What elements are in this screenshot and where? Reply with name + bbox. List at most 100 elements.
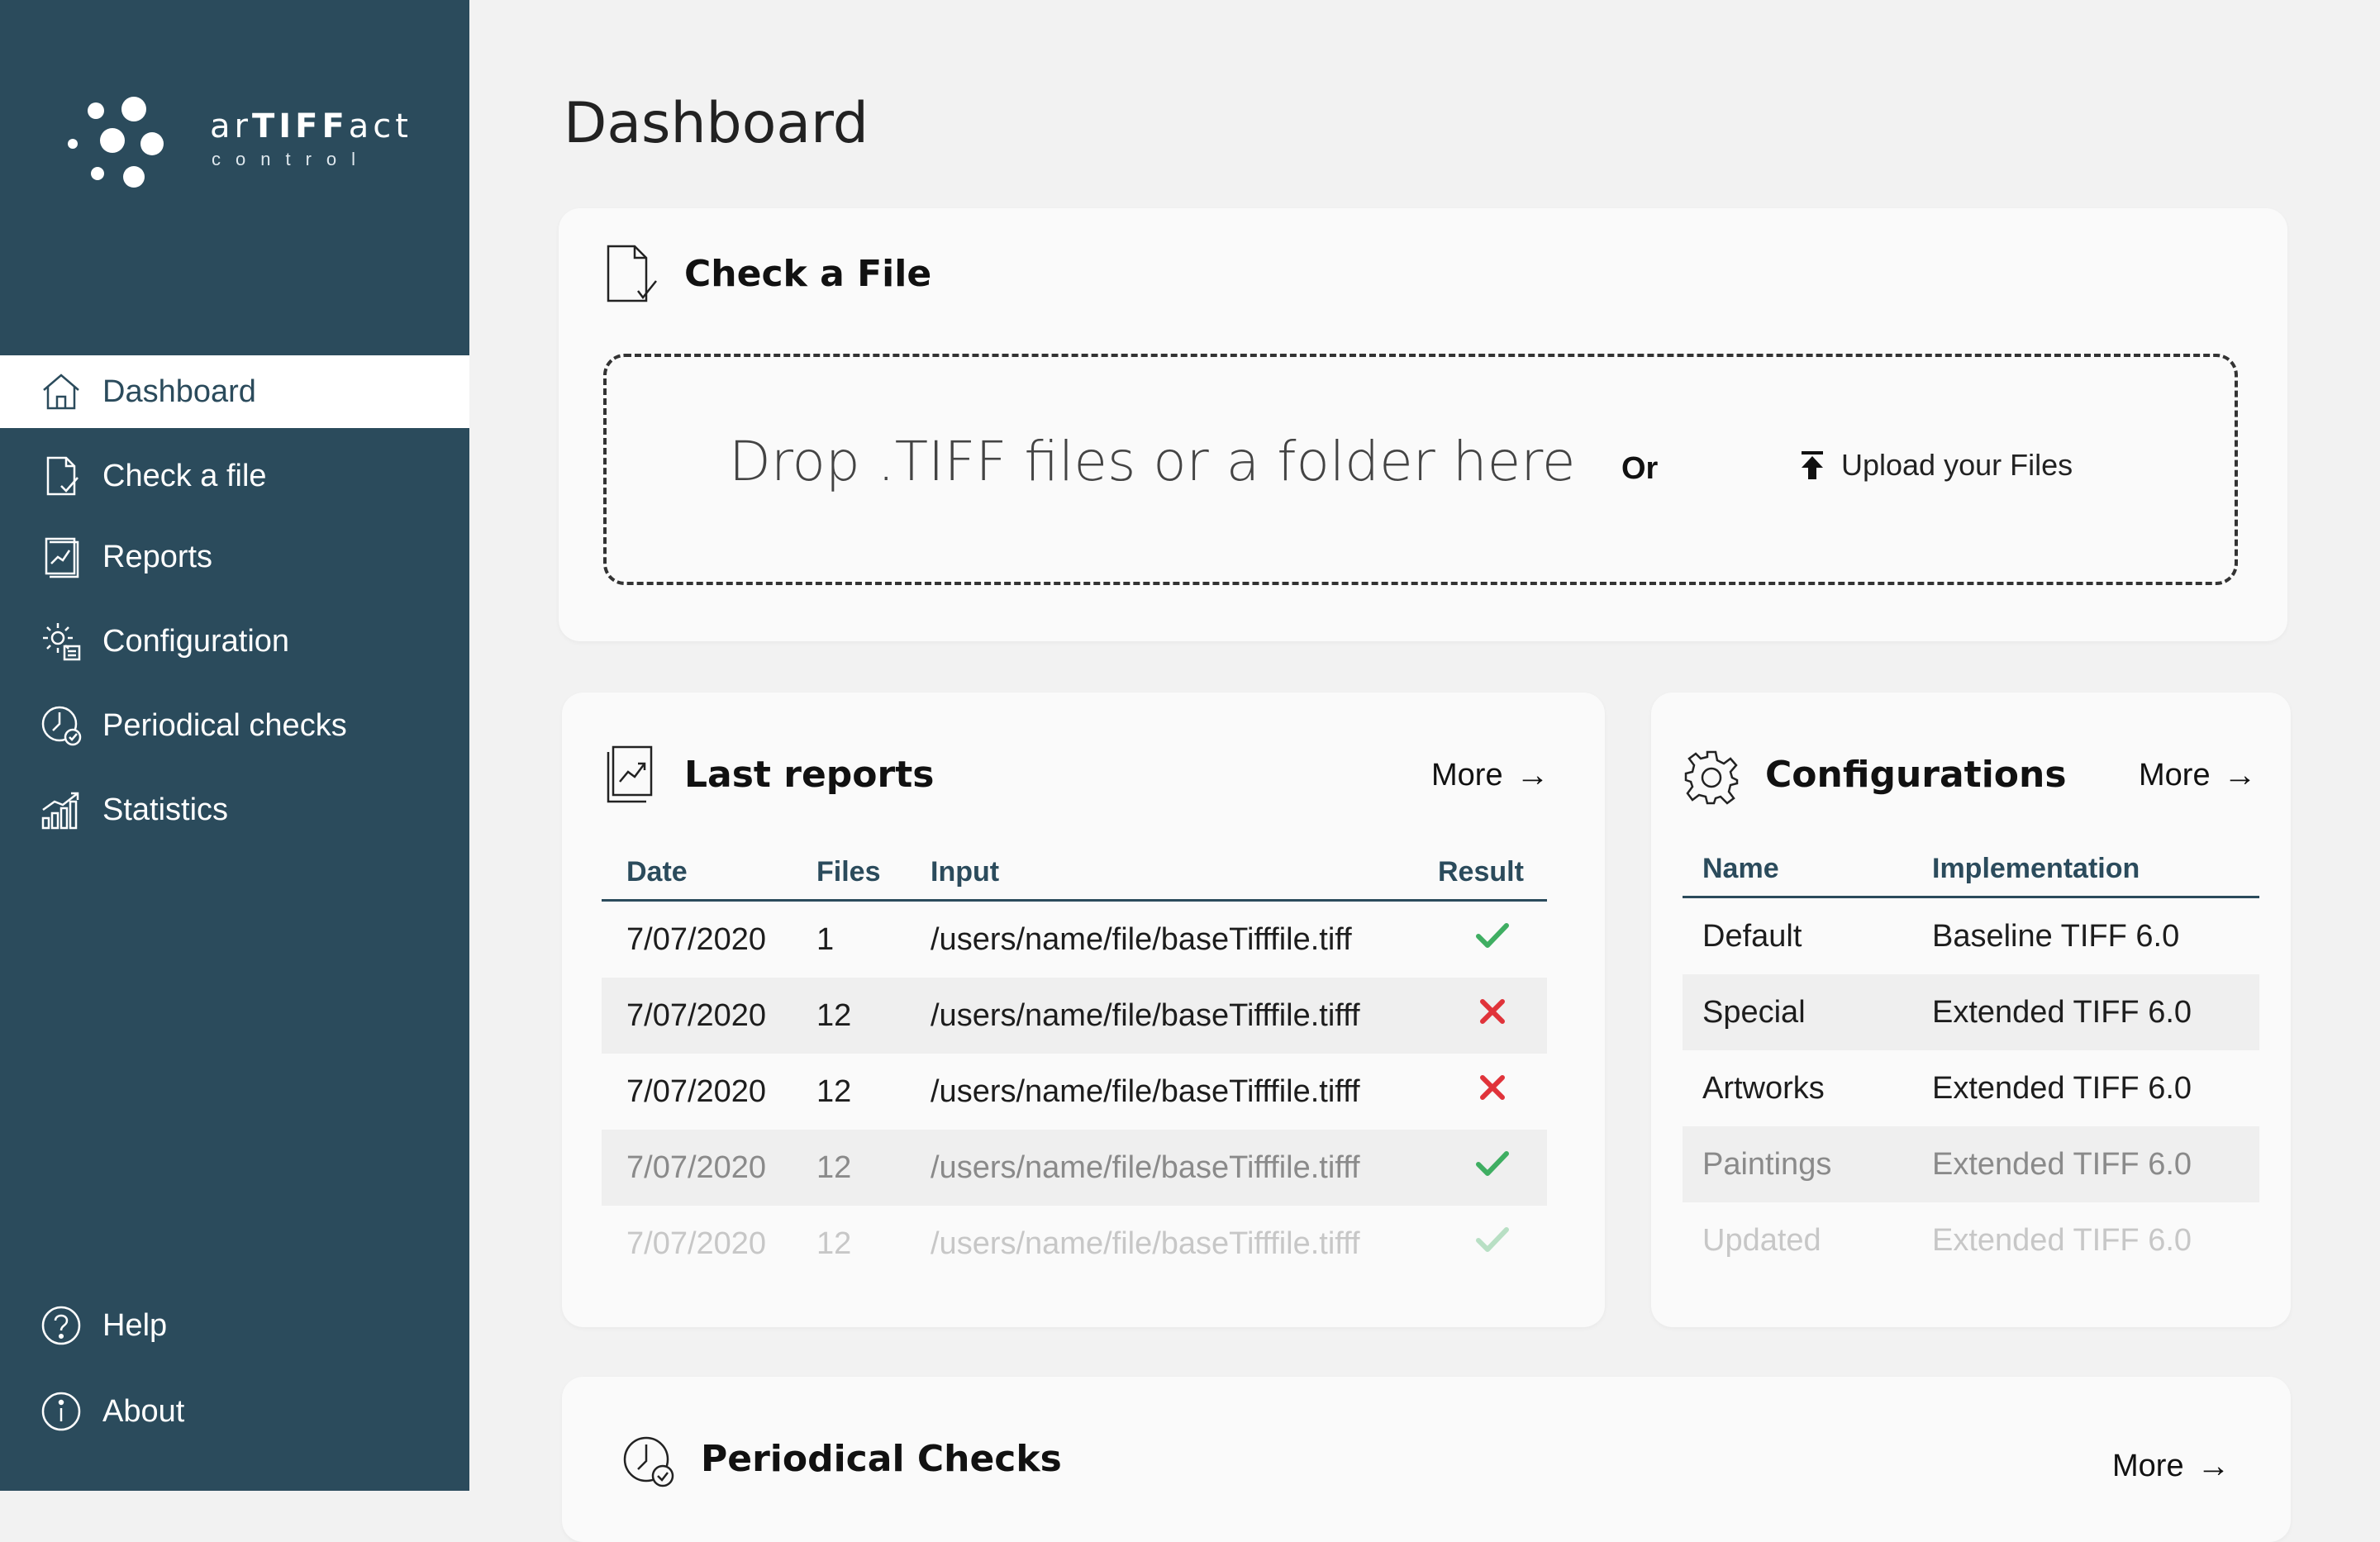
configurations-more-link[interactable]: More → [2139,757,2257,794]
chart-icon [40,788,83,831]
date-cell: 7/07/2020 [626,921,767,957]
table-row[interactable]: Updated Extended TIFF 6.0 [1683,1202,2259,1278]
result-cell [1438,1054,1547,1130]
cross-icon [1480,1075,1505,1100]
more-label: More [2139,758,2211,792]
sidebar-item-help[interactable]: Help [0,1283,469,1368]
check-icon [1476,1227,1509,1252]
column-header: Input [931,845,1438,902]
result-cell [1438,901,1547,978]
table-row[interactable]: 7/07/2020 1/users/name/file/baseTifffile.… [602,901,1547,978]
logo-dots-icon [68,97,164,188]
app-logo[interactable]: arTIFFact control [66,91,413,198]
implementation-cell: Baseline TIFF 6.0 [1932,918,2180,954]
sidebar-item-label: Help [102,1307,168,1343]
sidebar-nav: Dashboard Check a file Reports Configura… [0,355,469,846]
configurations-table: Name Implementation Default Baseline TIFF… [1683,841,2259,1278]
sidebar-item-periodical-checks[interactable]: Periodical checks [0,689,469,762]
sidebar-item-label: Periodical checks [102,707,347,743]
input-cell: /users/name/file/baseTifffile.tifff [931,1073,1360,1109]
gear-doc-icon [40,620,83,663]
clock-check-icon [40,704,83,747]
file-check-icon [607,245,657,302]
sidebar-item-dashboard[interactable]: Dashboard [0,355,469,428]
implementation-cell: Extended TIFF 6.0 [1932,1222,2192,1258]
name-cell: Paintings [1683,1126,1932,1202]
files-cell: 12 [816,978,931,1054]
arrow-right-icon: → [2223,757,2257,793]
files-cell: 12 [816,1130,931,1206]
input-cell: /users/name/file/baseTifffile.tifff [931,978,1438,1054]
input-cell: /users/name/file/baseTifffile.tifff [931,1130,1438,1206]
file-check-icon [40,455,83,497]
check-file-title: Check a File [684,253,932,295]
files-cell: 1 [816,921,835,957]
page-title: Dashboard [564,91,869,156]
more-label: More [2112,1449,2184,1483]
column-header: Name [1683,841,1932,898]
table-row[interactable]: 7/07/2020 12/users/name/file/baseTifffile… [602,1206,1547,1282]
result-cell [1438,1206,1547,1282]
sidebar-item-label: About [102,1393,185,1429]
implementation-cell: Extended TIFF 6.0 [1932,974,2259,1050]
periodical-more-link[interactable]: More → [2112,1448,2230,1485]
table-row[interactable]: Default Baseline TIFF 6.0 [1683,897,2259,975]
clock-check-icon [623,1436,674,1487]
table-row[interactable]: Artworks Extended TIFF 6.0 [1683,1050,2259,1126]
date-cell: 7/07/2020 [626,1226,767,1261]
more-label: More [1431,758,1503,792]
date-cell: 7/07/2020 [602,1130,816,1206]
sidebar-item-about[interactable]: About [0,1368,469,1454]
table-row[interactable]: 7/07/2020 12/users/name/file/baseTifffile… [602,1130,1547,1206]
report-icon [607,745,653,803]
drop-zone-text: Drop .TIFF files or a folder here [729,430,1576,493]
check-icon [1476,923,1509,948]
or-label: Or [1621,451,1659,486]
gear-icon [1684,750,1739,805]
column-header: Result [1438,845,1547,902]
arrow-right-icon: → [1516,757,1549,793]
sidebar-item-label: Check a file [102,458,267,493]
sidebar-item-label: Dashboard [102,374,256,409]
arrow-right-icon: → [2197,1448,2230,1484]
upload-icon [1798,450,1826,481]
files-cell: 12 [816,1073,852,1109]
column-header: Date [602,845,816,902]
brand-subtitle: control [212,149,371,169]
last-reports-title: Last reports [684,754,935,796]
sidebar-item-check-a-file[interactable]: Check a file [0,440,469,512]
brand-name: arTIFFact [210,107,412,145]
date-cell: 7/07/2020 [626,1073,767,1109]
reports-table: Date Files Input Result 7/07/2020 1/users… [602,845,1547,1282]
name-cell: Default [1702,918,1802,954]
periodical-checks-title: Periodical Checks [701,1438,1062,1480]
column-header: Files [816,845,931,902]
sidebar-item-configuration[interactable]: Configuration [0,605,469,678]
table-row[interactable]: 7/07/2020 12/users/name/file/baseTifffile… [602,978,1547,1054]
files-cell: 12 [816,1226,852,1261]
table-row[interactable]: 7/07/2020 12/users/name/file/baseTifffile… [602,1054,1547,1130]
implementation-cell: Extended TIFF 6.0 [1932,1126,2259,1202]
sidebar-item-statistics[interactable]: Statistics [0,773,469,846]
sidebar-bottom-nav: Help About [0,1283,469,1454]
reports-more-link[interactable]: More → [1431,757,1549,794]
sidebar-item-label: Configuration [102,623,290,659]
upload-files-button[interactable]: Upload your Files [1798,448,2073,483]
table-row[interactable]: Special Extended TIFF 6.0 [1683,974,2259,1050]
name-cell: Updated [1702,1222,1821,1258]
result-cell [1438,1130,1547,1206]
home-icon [40,370,83,413]
sidebar-item-reports[interactable]: Reports [0,521,469,593]
table-row[interactable]: Paintings Extended TIFF 6.0 [1683,1126,2259,1202]
info-icon [40,1390,83,1433]
cross-icon [1480,999,1505,1024]
column-header: Implementation [1932,841,2259,898]
input-cell: /users/name/file/baseTifffile.tiff [931,921,1352,957]
name-cell: Artworks [1702,1070,1825,1106]
implementation-cell: Extended TIFF 6.0 [1932,1070,2192,1106]
check-icon [1476,1151,1509,1176]
sidebar-item-label: Reports [102,539,213,574]
configurations-title: Configurations [1765,754,2067,796]
name-cell: Special [1683,974,1932,1050]
report-icon [40,535,83,578]
